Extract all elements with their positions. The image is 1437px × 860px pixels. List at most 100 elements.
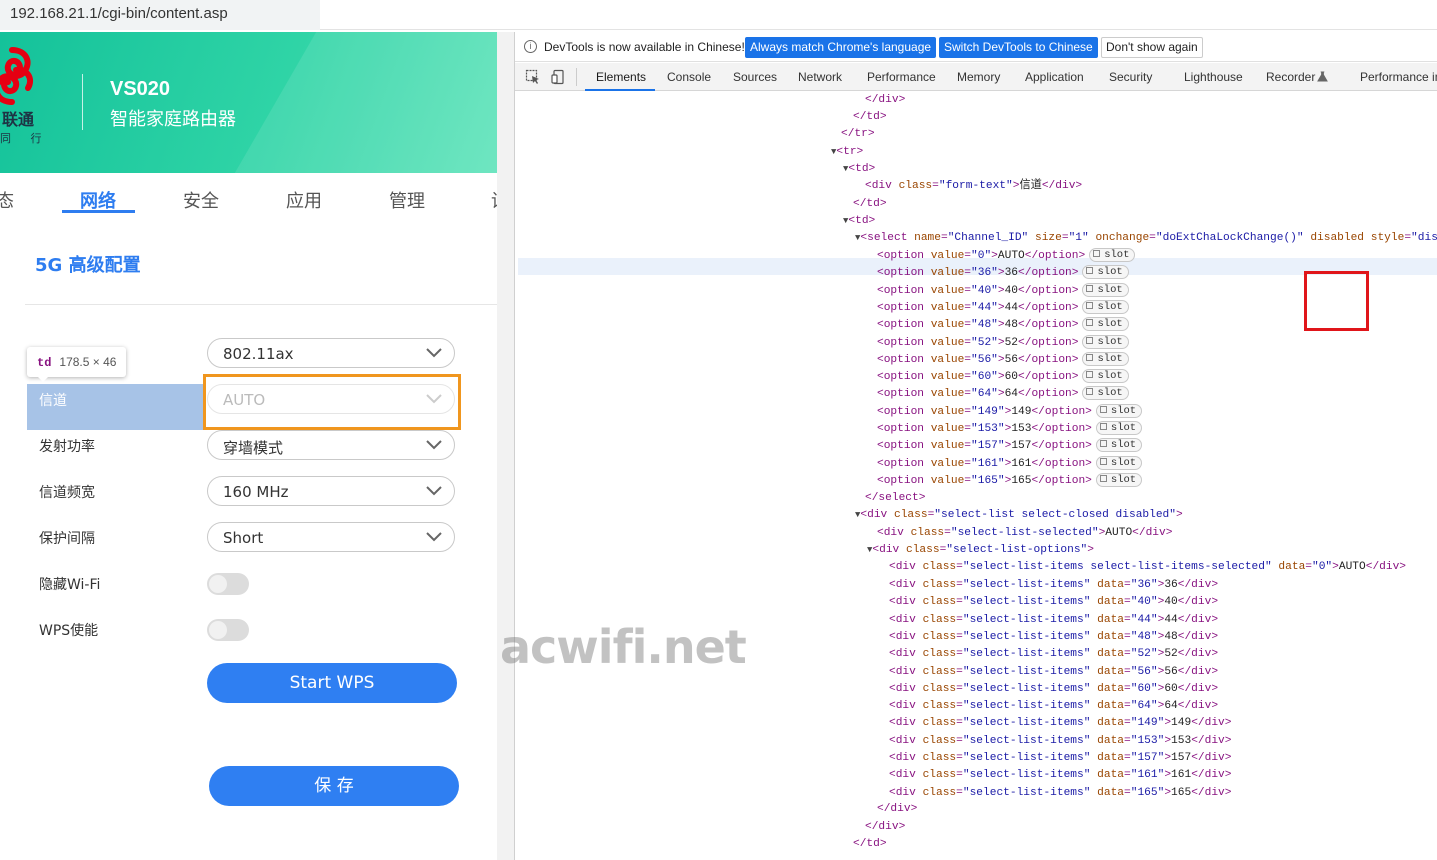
option-line[interactable]: <option value="56">56</option> slot (877, 351, 1129, 369)
chevron-down-icon (426, 348, 442, 358)
tab-performance[interactable]: Performance (867, 70, 936, 84)
list-item-line[interactable]: <div class="select-list-items" data="149… (889, 715, 1231, 732)
option-line[interactable]: <option value="165">165</option> slot (877, 472, 1143, 490)
list-item-line[interactable]: <div class="select-list-items" data="44"… (889, 612, 1218, 629)
save-button[interactable]: 保 存 (209, 766, 459, 806)
option-line[interactable]: <option value="36">36</option> slot (877, 265, 1129, 282)
slot-badge[interactable]: slot (1082, 369, 1129, 384)
dom-node-line[interactable]: ▼<tr> (831, 144, 863, 161)
nav-item-security[interactable]: 安全 (183, 187, 219, 213)
tab-elements[interactable]: Elements (596, 70, 646, 84)
dont-show-again-button[interactable]: Don't show again (1101, 37, 1203, 58)
toolbar-separator (576, 68, 577, 86)
dom-node-line[interactable]: ▼<td> (843, 213, 875, 230)
url-box[interactable]: 192.168.21.1/cgi-bin/content.asp (0, 0, 320, 30)
list-item-line[interactable]: <div class="select-list-items" data="56"… (889, 664, 1218, 681)
slot-badge[interactable]: slot (1082, 351, 1129, 366)
start-wps-button[interactable]: Start WPS (207, 663, 457, 703)
inspect-element-icon[interactable] (525, 69, 541, 85)
slot-badge[interactable]: slot (1095, 403, 1143, 418)
guard-interval-select[interactable]: Short (207, 522, 455, 552)
list-item-line[interactable]: <div class="select-list-items" data="40"… (889, 594, 1218, 611)
option-line[interactable]: <option value="157">157</option> slot (877, 438, 1143, 455)
dom-node-line[interactable]: </div> (877, 801, 917, 818)
slot-link-icon (1099, 423, 1107, 430)
dom-node-line[interactable]: ▼<td> (843, 161, 875, 178)
tab-application[interactable]: Application (1025, 70, 1084, 84)
option-line[interactable]: <option value="40">40</option> slot (877, 282, 1129, 300)
elements-tree: </div> </td> </tr> ▼<tr> ▼<td> <div clas… (515, 92, 1437, 860)
list-item-line[interactable]: <div class="select-list-items" data="64"… (889, 698, 1218, 715)
slot-badge[interactable]: slot (1082, 334, 1129, 349)
nav-item-apps[interactable]: 应用 (286, 187, 322, 213)
slot-badge[interactable]: slot (1082, 265, 1129, 280)
dom-node-line[interactable]: </tr> (841, 126, 875, 143)
device-toolbar-icon[interactable] (551, 69, 567, 85)
option-line[interactable]: <option value="64">64</option> slot (877, 386, 1129, 403)
tab-lighthouse[interactable]: Lighthouse (1184, 70, 1243, 84)
slot-badge[interactable]: slot (1082, 386, 1129, 401)
slot-badge[interactable]: slot (1095, 421, 1143, 435)
bandwidth-select[interactable]: 160 MHz (207, 476, 455, 506)
dom-node-line[interactable]: <div class="select-list-selected">AUTO</… (877, 525, 1172, 542)
always-match-language-button[interactable]: Always match Chrome's language (745, 37, 937, 58)
tab-performance-insights[interactable]: Performance in (1360, 70, 1437, 84)
slot-badge[interactable]: slot (1089, 248, 1136, 262)
option-line[interactable]: <option value="52">52</option> slot (877, 334, 1129, 352)
tab-sources[interactable]: Sources (733, 70, 777, 84)
wifi-mode-select[interactable]: 802.11ax (207, 338, 455, 368)
option-line[interactable]: <option value="161">161</option> slot (877, 455, 1143, 473)
tab-memory[interactable]: Memory (957, 70, 1000, 84)
dom-node-line[interactable]: <div class="select-list-items select-lis… (889, 559, 1406, 576)
dom-node-line[interactable]: </div> (865, 819, 905, 836)
option-line[interactable]: <option value="60">60</option> slot (877, 369, 1129, 386)
screenshot-root: 192.168.21.1/cgi-bin/content.asp 联通 同 行 … (0, 0, 1437, 860)
brand-text: 联通 (2, 110, 35, 129)
dom-node-line[interactable]: <div class="form-text">信道</div> (865, 178, 1082, 195)
option-line[interactable]: <option value="153">153</option> slot (877, 421, 1143, 438)
option-line[interactable]: <option value="149">149</option> slot (877, 403, 1143, 421)
dom-node-line[interactable]: ▼<div class="select-list-options"> (867, 542, 1094, 559)
wps-enable-toggle[interactable] (207, 619, 249, 641)
list-item-line[interactable]: <div class="select-list-items" data="60"… (889, 681, 1218, 698)
hide-wifi-toggle[interactable] (207, 573, 249, 595)
list-item-line[interactable]: <div class="select-list-items" data="161… (889, 767, 1231, 784)
list-item-line[interactable]: <div class="select-list-items" data="165… (889, 785, 1231, 802)
slot-badge[interactable]: slot (1095, 455, 1143, 470)
slot-badge[interactable]: slot (1082, 282, 1129, 297)
nav-item-manage[interactable]: 管理 (389, 187, 425, 213)
switch-to-chinese-button[interactable]: Switch DevTools to Chinese (939, 37, 1098, 58)
dom-node-line[interactable]: </td> (853, 109, 887, 126)
browser-address-bar: 192.168.21.1/cgi-bin/content.asp (0, 0, 1437, 30)
main-nav: 态 网络 安全 应用 管理 设 (0, 173, 497, 223)
dom-node-line[interactable]: </div> (865, 92, 905, 109)
option-line[interactable]: <option value="48">48</option> slot (877, 317, 1129, 334)
dom-node-line[interactable]: </td> (853, 836, 887, 853)
slot-badge[interactable]: slot (1082, 317, 1129, 332)
list-item-line[interactable]: <div class="select-list-items" data="153… (889, 733, 1231, 750)
slot-badge[interactable]: slot (1082, 299, 1129, 314)
tab-console[interactable]: Console (667, 70, 711, 84)
tx-power-select[interactable]: 穿墙模式 (207, 430, 455, 460)
tab-network[interactable]: Network (798, 70, 842, 84)
tab-recorder[interactable]: Recorder (1266, 70, 1315, 84)
list-item-line[interactable]: <div class="select-list-items" data="157… (889, 750, 1231, 767)
option-line[interactable]: <option value="44">44</option> slot (877, 299, 1129, 317)
dom-node-line[interactable]: ▼<div class="select-list select-closed d… (855, 507, 1183, 524)
dom-node-line[interactable]: </select> (865, 490, 925, 507)
hide-wifi-label: 隐藏Wi-Fi (39, 577, 101, 593)
tab-security[interactable]: Security (1109, 70, 1152, 84)
slot-badge[interactable]: slot (1095, 438, 1143, 453)
option-line[interactable]: <option value="0">AUTO</option> slot (877, 248, 1136, 265)
slot-label: slot (1097, 318, 1123, 331)
slot-badge[interactable]: slot (1095, 472, 1143, 487)
list-item-line[interactable]: <div class="select-list-items" data="36"… (889, 577, 1218, 594)
devtools-splitter[interactable] (497, 32, 514, 860)
list-item-line[interactable]: <div class="select-list-items" data="52"… (889, 646, 1218, 663)
dom-node-line[interactable]: ▼<select name="Channel_ID" size="1" onch… (855, 230, 1437, 247)
dom-node-line[interactable]: </td> (853, 196, 887, 213)
nav-item-status[interactable]: 态 (0, 187, 14, 213)
chevron-down-icon (426, 440, 442, 450)
list-item-line[interactable]: <div class="select-list-items" data="48"… (889, 629, 1218, 646)
url-text: 192.168.21.1/cgi-bin/content.asp (10, 5, 228, 22)
